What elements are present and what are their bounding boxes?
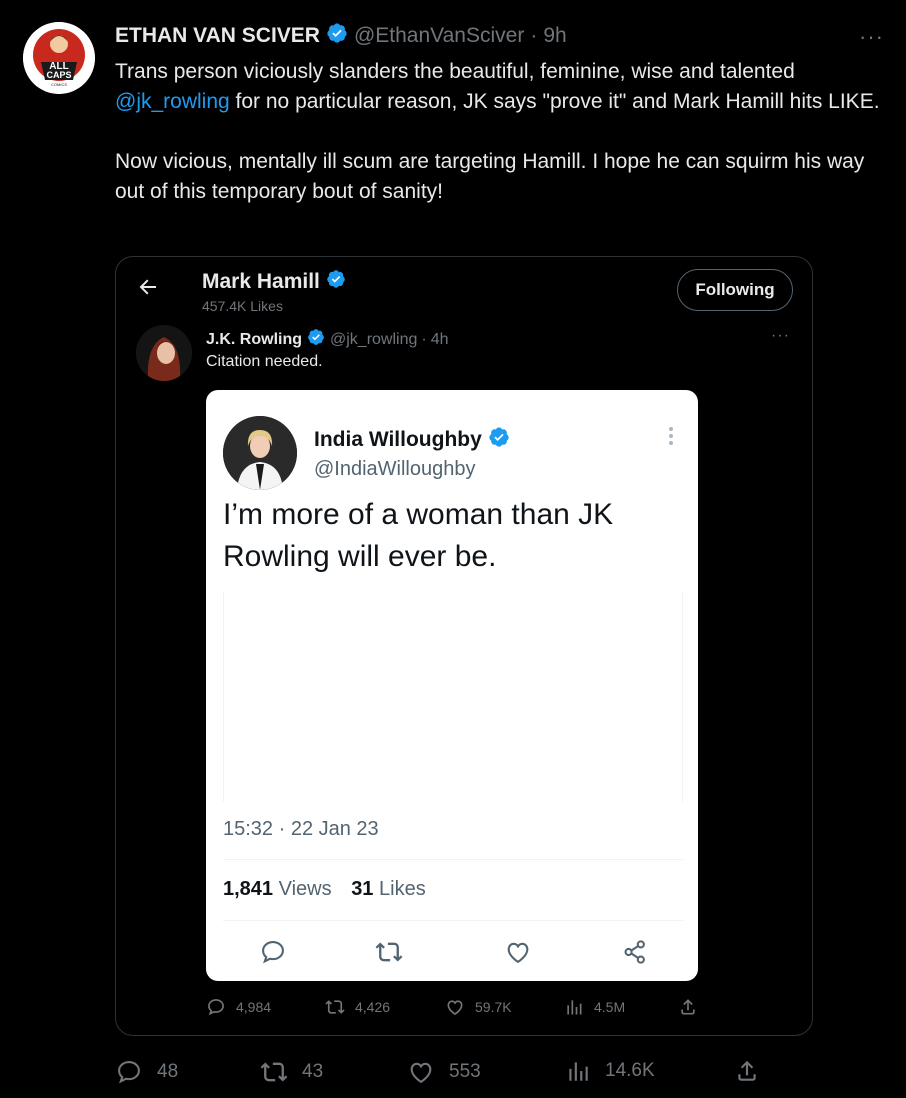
quoted-timestamp: 15:32 · 22 Jan 23 [223, 818, 379, 840]
author-handle[interactable]: @EthanVanSciver [354, 24, 524, 48]
views-icon [569, 1062, 588, 1081]
reply-avatar-image [136, 325, 192, 381]
quoted-author-handle: @IndiaWilloughby [314, 458, 476, 480]
verified-badge-icon [326, 22, 348, 50]
card-views[interactable]: 4.5M [564, 997, 625, 1017]
tweet-paragraph-2: Now vicious, mentally ill scum are targe… [115, 150, 865, 203]
profile-name: Mark Hamill [202, 270, 320, 293]
vertical-more-icon [668, 426, 674, 446]
reply-header: J.K. Rowling @jk_rowling · 4h [206, 328, 449, 351]
quoted-tweet-screenshot[interactable]: India Willoughby @IndiaWilloughby I’m mo… [206, 390, 698, 981]
tweet-text: Trans person viciously slanders the beau… [115, 57, 895, 207]
logo-text-caps: CAPS [46, 70, 71, 80]
reply-author-avatar[interactable] [136, 325, 192, 381]
divider [223, 920, 683, 921]
reply-count: 48 [157, 1061, 179, 1082]
reply-author-name[interactable]: J.K. Rowling [206, 331, 302, 349]
card-views-count: 4.5M [594, 999, 626, 1015]
quoted-author-avatar [223, 416, 297, 490]
tweet-time[interactable]: 9h [543, 24, 566, 48]
more-icon[interactable]: ··· [771, 327, 790, 345]
tweet-paragraph-1: Trans person viciously slanders the beau… [115, 57, 895, 117]
card-like-count: 59.7K [475, 999, 512, 1015]
views-button[interactable]: 14.6K [565, 1058, 655, 1084]
quoted-author-name: India Willoughby [314, 428, 482, 451]
share-icon [738, 1060, 756, 1081]
quoted-likes-count: 31 [351, 878, 374, 900]
profile-likes-count: 457.4K Likes [202, 298, 283, 314]
reply-time[interactable]: 4h [431, 331, 449, 349]
quoted-views-count: 1,841 [223, 878, 274, 900]
share-button[interactable] [734, 1058, 760, 1084]
tweet-header: ETHAN VAN SCIVER @EthanVanSciver · 9h [115, 22, 567, 50]
retweet-button[interactable]: 43 [260, 1058, 323, 1086]
card-like[interactable]: 59.7K [445, 997, 512, 1017]
author-name[interactable]: ETHAN VAN SCIVER [115, 24, 320, 48]
logo-text-comics: COMICS [51, 82, 67, 87]
retweet-count: 43 [302, 1061, 324, 1082]
quoted-author-name-row: India Willoughby [314, 426, 516, 454]
quoted-likes-label: Likes [379, 878, 426, 900]
like-count: 553 [449, 1061, 481, 1082]
quoted-avatar-image [223, 416, 297, 490]
tweet-action-bar: 48 43 553 14.6K [115, 1058, 775, 1088]
tweet-text-part1: Trans person viciously slanders the beau… [115, 60, 795, 83]
reply-icon [118, 1061, 140, 1084]
quoted-tweet-text: I’m more of a woman than JK Rowling will… [223, 498, 614, 573]
card-share[interactable] [678, 997, 698, 1017]
retweet-icon [325, 1000, 345, 1014]
reply-text: Citation needed. [206, 353, 323, 370]
separator-dot: · [421, 330, 427, 348]
card-reply-count: 4,984 [236, 999, 272, 1015]
quoted-media-area [223, 592, 683, 802]
more-icon[interactable]: ··· [859, 24, 884, 50]
back-arrow-icon[interactable] [136, 275, 160, 299]
verified-badge-icon [326, 269, 346, 295]
profile-title: Mark Hamill [202, 269, 352, 295]
card-reply[interactable]: 4,984 [206, 997, 271, 1017]
following-button[interactable]: Following [677, 269, 793, 311]
separator-dot: · [530, 24, 538, 47]
card-retweet[interactable]: 4,426 [325, 997, 390, 1017]
card-action-bar: 4,984 4,426 59.7K 4.5M [206, 997, 706, 1021]
reply-button[interactable]: 48 [115, 1058, 178, 1086]
quoted-views-label: Views [278, 878, 332, 900]
author-avatar[interactable]: ALL CAPS COMICS [23, 22, 95, 94]
like-icon [501, 935, 535, 969]
attached-image-card[interactable]: Mark Hamill 457.4K Likes Following J.K. … [115, 256, 813, 1036]
share-icon [681, 999, 695, 1015]
like-icon [447, 1000, 463, 1016]
retweet-icon [260, 1062, 288, 1082]
card-retweet-count: 4,426 [355, 999, 391, 1015]
verified-badge-icon [488, 426, 510, 454]
share-icon [618, 935, 652, 969]
tweet-text-part2: for no particular reason, JK says "prove… [229, 90, 880, 113]
divider [223, 859, 683, 860]
reply-icon [208, 999, 224, 1016]
retweet-icon [372, 935, 406, 969]
all-caps-logo: ALL CAPS COMICS [23, 22, 95, 94]
quoted-stats: 1,841 Views 31 Likes [223, 878, 426, 901]
quoted-action-bar [223, 935, 683, 969]
reply-icon [256, 935, 290, 969]
mention-link[interactable]: @jk_rowling [115, 90, 230, 113]
like-button[interactable]: 553 [407, 1058, 481, 1086]
views-count: 14.6K [605, 1060, 655, 1081]
reply-author-handle[interactable]: @jk_rowling [330, 331, 417, 349]
views-icon [567, 1000, 582, 1015]
verified-badge-icon [307, 328, 325, 351]
like-icon [410, 1062, 432, 1084]
